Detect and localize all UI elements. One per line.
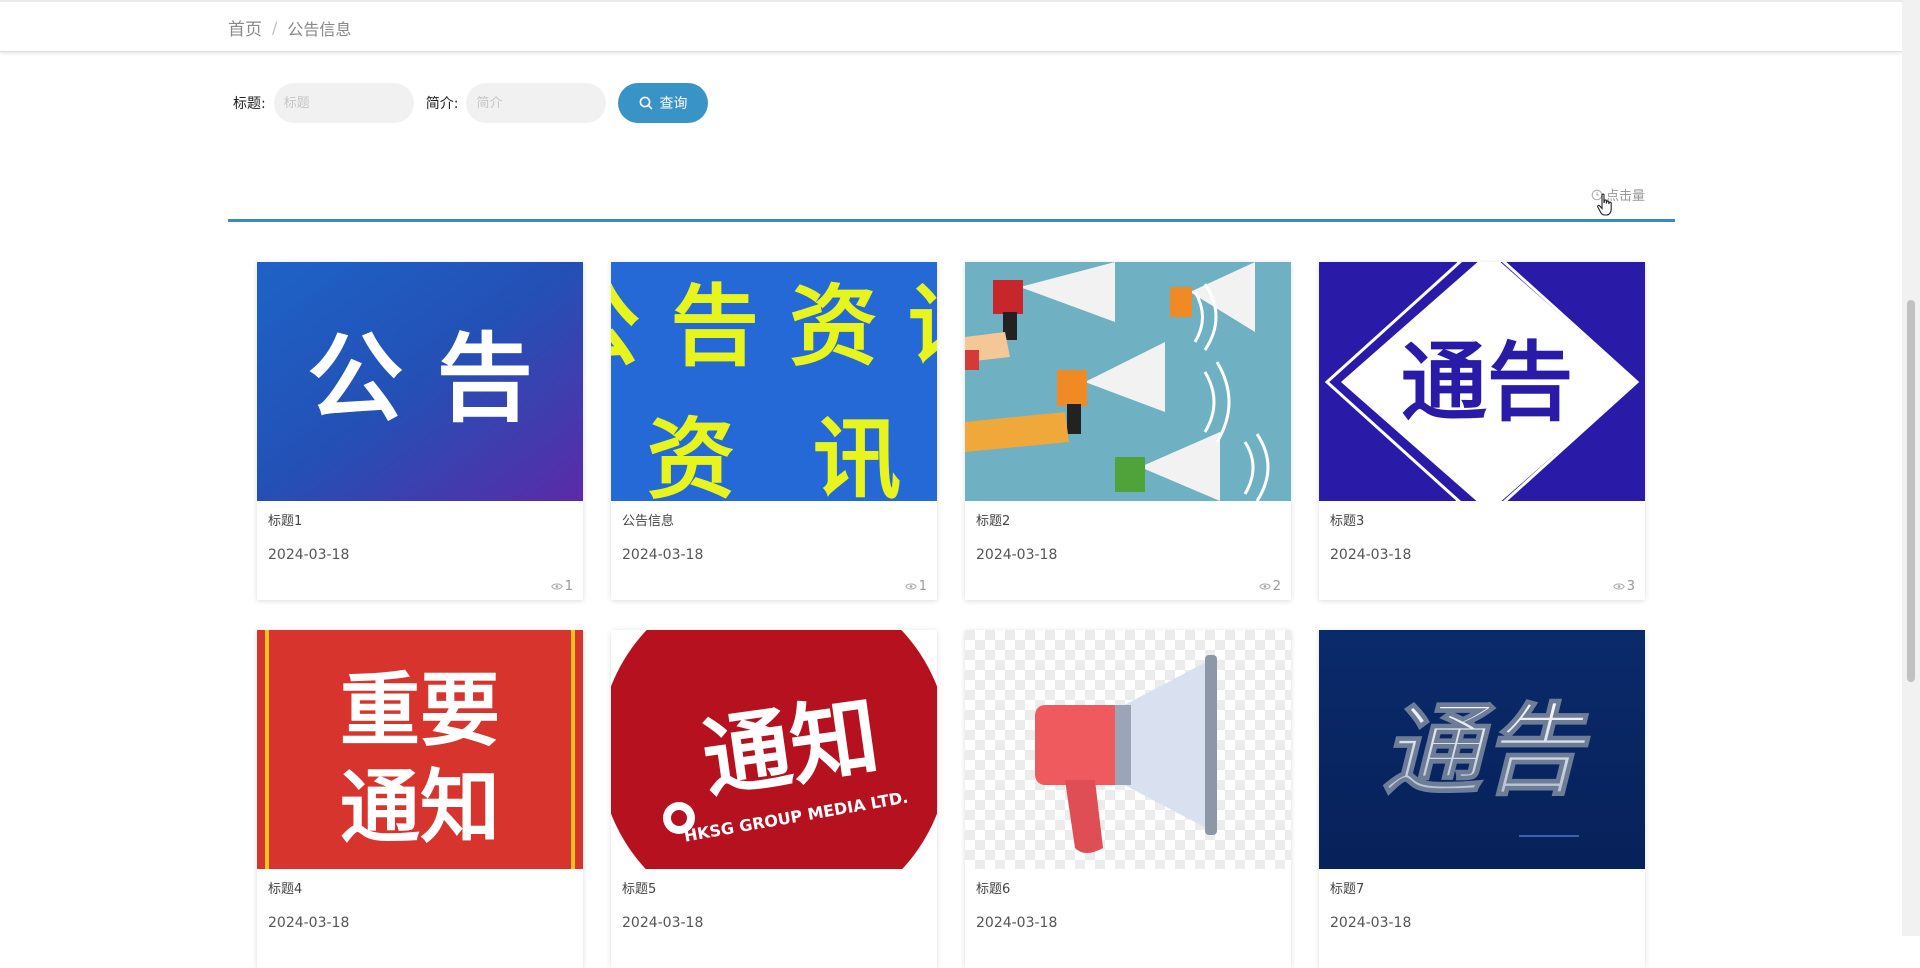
- sort-bar: 点击量: [228, 150, 1675, 222]
- search-icon: [640, 96, 653, 110]
- notice-title: 标题4: [268, 882, 303, 897]
- intro-input[interactable]: [466, 83, 607, 123]
- notice-title: 标题5: [622, 882, 657, 897]
- top-bar: 首页 / 公告信息: [0, 0, 1902, 52]
- breadcrumb: 首页 / 公告信息: [228, 15, 351, 40]
- notice-thumbnail[interactable]: 通知 HKSG GROUP MEDIA LTD.: [611, 630, 937, 869]
- eye-icon: [550, 583, 563, 590]
- svg-text:通告: 通告: [1382, 692, 1590, 809]
- view-count-value: 1: [564, 579, 573, 594]
- notice-date: 2024-03-18: [268, 547, 350, 563]
- notice-card[interactable]: 重要 通知 标题4 2024-03-18: [257, 630, 583, 968]
- notice-date: 2024-03-18: [622, 547, 704, 563]
- notice-thumbnail[interactable]: [965, 630, 1291, 869]
- notice-card[interactable]: 通知 HKSG GROUP MEDIA LTD. 标题5 2024-03-18: [611, 630, 937, 968]
- page-scrollbar[interactable]: [1902, 0, 1920, 936]
- notice-date: 2024-03-18: [1330, 547, 1412, 563]
- intro-label: 简介:: [425, 96, 459, 112]
- svg-text:公 告 资 讯: 公 告 资 讯: [611, 275, 937, 378]
- notice-date: 2024-03-18: [976, 547, 1058, 563]
- notice-card[interactable]: 通告 标题7 2024-03-18: [1319, 630, 1645, 968]
- notice-card[interactable]: 标题2 2024-03-18 2: [965, 262, 1291, 600]
- search-button-label: 查询: [659, 96, 688, 112]
- title-input[interactable]: [273, 83, 414, 123]
- search-form: 标题: 简介: 查询: [233, 83, 709, 123]
- svg-text:重要: 重要: [340, 664, 500, 757]
- notice-thumbnail[interactable]: 公 告: [257, 262, 583, 501]
- svg-text:通知: 通知: [340, 761, 500, 854]
- hand-cursor-icon: [1597, 193, 1612, 216]
- notice-date: 2024-03-18: [268, 915, 350, 931]
- notice-title: 标题1: [268, 514, 303, 529]
- eye-icon: [1258, 583, 1271, 590]
- scrollbar-thumb[interactable]: [1907, 300, 1915, 682]
- notice-card[interactable]: 公 告 标题1 2024-03-18 1: [257, 262, 583, 600]
- notice-thumbnail[interactable]: 通告: [1319, 630, 1645, 869]
- view-count-value: 3: [1626, 579, 1635, 594]
- notice-card[interactable]: 通告 标题3 2024-03-18 3: [1319, 262, 1645, 600]
- svg-text:公 告: 公 告: [307, 323, 532, 435]
- breadcrumb-current: 公告信息: [287, 19, 352, 39]
- svg-text:通告: 通告: [1401, 333, 1573, 433]
- notice-title: 公告信息: [622, 514, 675, 529]
- notice-date: 2024-03-18: [976, 915, 1058, 931]
- notice-thumbnail[interactable]: 公 告 资 讯 资 讯: [611, 262, 937, 501]
- notice-title: 标题6: [976, 882, 1011, 897]
- view-count-value: 2: [1272, 579, 1281, 594]
- notice-date: 2024-03-18: [1330, 915, 1412, 931]
- notice-thumbnail[interactable]: 重要 通知: [257, 630, 583, 869]
- breadcrumb-separator: /: [272, 18, 278, 37]
- view-count-value: 1: [918, 579, 927, 594]
- notice-card[interactable]: 标题6 2024-03-18: [965, 630, 1291, 968]
- notice-title: 标题7: [1330, 882, 1365, 897]
- eye-icon: [1612, 583, 1625, 590]
- eye-icon: [904, 583, 917, 590]
- notice-thumbnail[interactable]: 通告: [1319, 262, 1645, 501]
- svg-text:讯: 讯: [813, 408, 901, 501]
- notice-card[interactable]: 公 告 资 讯 资 讯 公告信息 2024-03-18 1: [611, 262, 937, 600]
- view-count: 1: [550, 579, 573, 594]
- view-count: 3: [1612, 579, 1635, 594]
- view-count: 1: [904, 579, 927, 594]
- breadcrumb-home-link[interactable]: 首页: [228, 15, 262, 40]
- notice-title: 标题2: [976, 514, 1011, 529]
- notice-thumbnail[interactable]: [965, 262, 1291, 501]
- notice-grid: 公 告 标题1 2024-03-18 1 公 告 资 讯 资 讯 公告信息 20…: [257, 262, 1647, 968]
- svg-text:资: 资: [647, 408, 735, 501]
- view-count: 2: [1258, 579, 1281, 594]
- title-label: 标题:: [233, 96, 266, 112]
- notice-title: 标题3: [1330, 514, 1365, 529]
- search-button[interactable]: 查询: [618, 83, 709, 123]
- notice-date: 2024-03-18: [622, 915, 704, 931]
